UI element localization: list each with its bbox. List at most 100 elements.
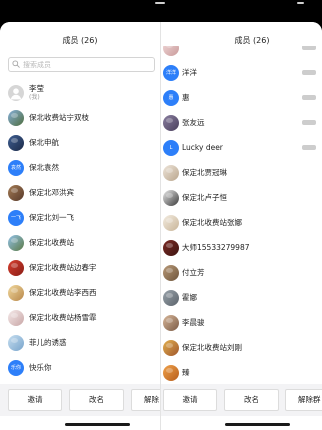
member-info: 李莹 (我)	[29, 84, 44, 102]
member-avatar	[163, 164, 179, 181]
avatar-photo-highlight	[166, 242, 173, 248]
member-row[interactable]: 保定北邓洪宾	[0, 180, 160, 205]
member-row[interactable]: 大师15533279987	[161, 235, 322, 260]
member-row[interactable]: 洋洋 洋洋	[161, 60, 322, 85]
member-row[interactable]: 付立芳	[161, 260, 322, 285]
member-avatar	[8, 134, 24, 151]
member-row[interactable]: L Lucky deer	[161, 135, 322, 160]
member-info: 保定北刘一飞	[29, 213, 74, 223]
members-sheet: 成员 (26) 李莹(我)保北收费站宁双枝保北申航袁然保北袁然保定北邓洪宾一飞保…	[0, 22, 322, 430]
members-header: 成员 (26)	[161, 22, 322, 48]
avatar-initials: 袁然	[10, 164, 21, 171]
member-row[interactable]: 保北收费站宁双枝	[0, 105, 160, 130]
member-row[interactable]: 李莹 (我)	[0, 80, 160, 105]
avatar-photo-highlight	[166, 267, 173, 273]
invite-button[interactable]: 邀请	[163, 389, 217, 411]
member-avatar	[163, 239, 179, 256]
member-role-tag	[302, 95, 316, 100]
member-avatar	[8, 309, 24, 326]
rename-button[interactable]: 改名	[224, 389, 279, 411]
member-row[interactable]: 保定北卢子恒	[161, 185, 322, 210]
search-input[interactable]	[8, 57, 155, 72]
member-row[interactable]: 袁然 保北袁然	[0, 155, 160, 180]
action-bar: 邀请 改名 解除	[0, 384, 160, 416]
rename-button[interactable]: 改名	[69, 389, 124, 411]
member-avatar	[8, 284, 24, 301]
member-info: 菲儿的诱惑	[29, 338, 67, 348]
member-row[interactable]: 一飞 保定北刘一飞	[0, 205, 160, 230]
member-info: 保北袁然	[29, 163, 59, 173]
invite-button[interactable]: 邀请	[8, 389, 62, 411]
member-row[interactable]: 臻	[161, 360, 322, 384]
member-name: Lucky deer	[182, 142, 223, 152]
member-avatar	[163, 314, 179, 331]
member-row[interactable]: 保定北收费站刘刚	[161, 335, 322, 360]
member-list[interactable]: 李莹 (我) 保北收费站宁双枝 保北申航 袁然 保北袁然 保定北邓洪宾 一飞 保定北刘一飞 保定北…	[0, 80, 160, 380]
member-name: 保定北收费站杨雪霏	[29, 312, 97, 322]
home-indicator[interactable]	[65, 423, 130, 426]
member-row[interactable]: 保定北收费站	[0, 230, 160, 255]
member-row[interactable]: 保定北收费站张娜	[161, 210, 322, 235]
avatar-photo-highlight	[166, 342, 173, 348]
home-indicator[interactable]	[225, 423, 290, 426]
member-info: 张友远	[182, 118, 205, 128]
member-name: 保定北收费站李西西	[29, 287, 97, 297]
member-info: 保定北收费站杨雪霏	[29, 313, 97, 323]
member-name: 菲儿的诱惑	[29, 337, 67, 347]
member-row[interactable]: 保定北收费站李西西	[0, 280, 160, 305]
avatar-photo-highlight	[166, 217, 173, 223]
member-row[interactable]: 惠惠	[161, 85, 322, 110]
screen: 成员 (26) 李莹(我)保北收费站宁双枝保北申航袁然保北袁然保定北邓洪宾一飞保…	[0, 0, 322, 430]
dissolve-group-button[interactable]: 解除群	[285, 389, 322, 411]
member-info: 保北申航	[29, 138, 59, 148]
member-avatar: 一飞	[8, 209, 24, 226]
member-name: 保北申航	[29, 137, 59, 147]
member-avatar: 洋洋	[163, 64, 179, 81]
member-avatar	[163, 214, 179, 231]
member-row[interactable]: 保定北贾冠琳	[161, 160, 322, 185]
member-avatar	[163, 289, 179, 306]
member-list[interactable]: 洋洋 洋洋惠惠张友远 L Lucky deer 保定北贾冠琳 保定北卢子恒 保定北收费站张娜…	[161, 46, 322, 384]
member-row[interactable]: 李晨骏	[161, 310, 322, 335]
member-name: 保定北收费站边春宇	[29, 262, 97, 272]
member-row[interactable]: 乐你 快乐你	[0, 355, 160, 380]
search-icon	[12, 60, 20, 68]
member-name: 洋洋	[182, 67, 197, 77]
member-row[interactable]: 菲儿的诱惑	[0, 330, 160, 355]
member-info: 保定北收费站	[29, 238, 74, 248]
multitasking-handle-icon[interactable]	[155, 2, 165, 4]
action-bar: 邀请 改名 解除群	[161, 384, 322, 416]
member-row[interactable]: 张友远	[161, 110, 322, 135]
member-info: 付立芳	[182, 268, 205, 278]
member-row[interactable]	[161, 46, 322, 60]
avatar-photo-highlight	[11, 262, 18, 268]
member-row[interactable]: 保定北收费站杨雪霏	[0, 305, 160, 330]
member-name: 保定北收费站	[29, 237, 74, 247]
avatar-photo-highlight	[166, 167, 173, 173]
member-avatar	[8, 184, 24, 201]
member-row[interactable]: 保北申航	[0, 130, 160, 155]
member-info: 保定北收费站张娜	[182, 218, 242, 228]
member-avatar	[8, 84, 24, 101]
person-icon	[10, 87, 22, 99]
member-avatar	[163, 364, 179, 381]
avatar-photo-highlight	[11, 287, 18, 293]
member-info: Lucky deer	[182, 143, 223, 153]
member-avatar: 袁然	[8, 159, 24, 176]
member-info: 洋洋	[182, 68, 197, 78]
member-name: 保定北收费站刘刚	[182, 342, 242, 352]
status-indicator-icon	[297, 2, 304, 4]
member-name: 臻	[182, 367, 190, 377]
member-avatar: L	[163, 139, 179, 156]
member-info: 保定北收费站刘刚	[182, 343, 242, 353]
member-name: 保北袁然	[29, 162, 59, 172]
member-row[interactable]: 霍娜	[161, 285, 322, 310]
member-info: 李晨骏	[182, 318, 205, 328]
member-row[interactable]: 保定北收费站边春宇	[0, 255, 160, 280]
avatar-initials: 一飞	[10, 214, 21, 221]
members-pane-left: 成员 (26) 李莹(我)保北收费站宁双枝保北申航袁然保北袁然保定北邓洪宾一飞保…	[0, 22, 160, 430]
dissolve-button[interactable]: 解除	[131, 389, 160, 411]
member-info: 大师15533279987	[182, 243, 250, 253]
member-role-tag	[302, 120, 316, 125]
member-name: 霍娜	[182, 292, 197, 302]
